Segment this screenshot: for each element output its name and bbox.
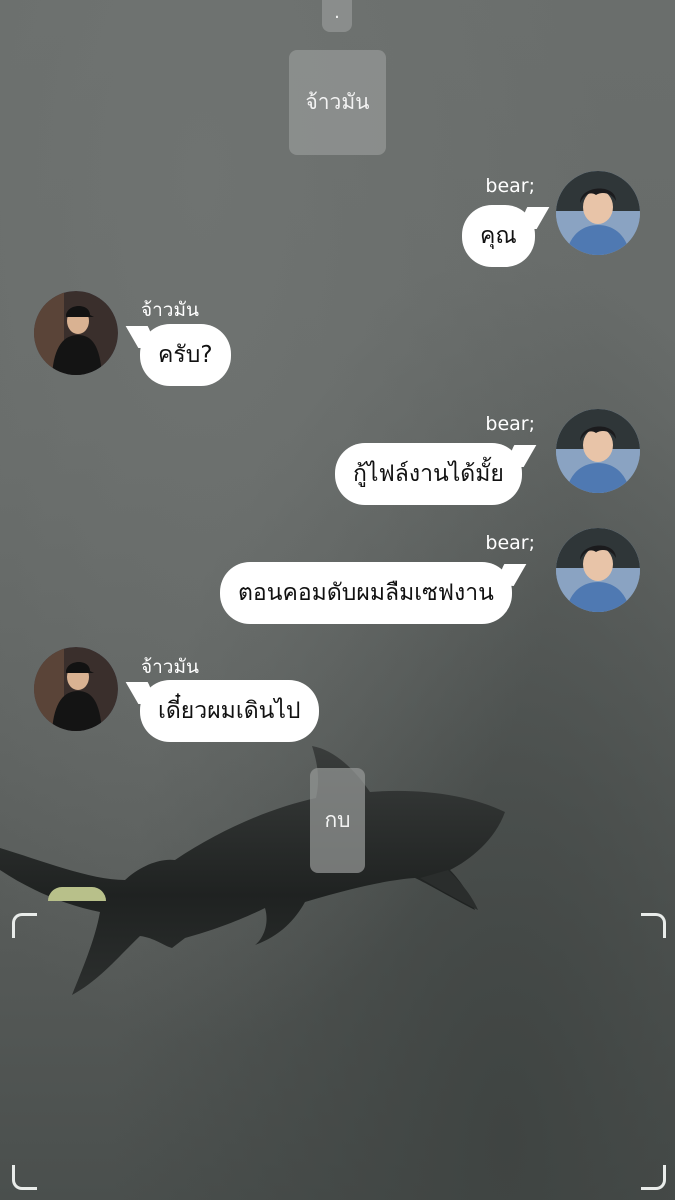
avatar-bear[interactable] bbox=[556, 409, 640, 493]
frame-corner-bottom-left bbox=[12, 1165, 37, 1190]
system-message-dot: . bbox=[322, 0, 352, 32]
avatar-jaowman[interactable] bbox=[34, 647, 118, 731]
avatar-bear-image bbox=[556, 171, 640, 255]
avatar-bear-image bbox=[556, 409, 640, 493]
partial-avatar bbox=[48, 887, 106, 901]
sender-name: bear; bbox=[485, 175, 535, 197]
frame-corner-top-right bbox=[641, 913, 666, 938]
avatar-jaowman[interactable] bbox=[34, 291, 118, 375]
system-message-gob: กบ bbox=[310, 768, 365, 873]
avatar-jaowman-image bbox=[34, 291, 118, 375]
system-message-name: จ้าวมัน bbox=[289, 50, 386, 155]
sender-name: จ้าวมัน bbox=[141, 656, 199, 678]
message-bubble[interactable]: คุณ bbox=[462, 205, 535, 267]
frame-corner-bottom-right bbox=[641, 1165, 666, 1190]
message-bubble[interactable]: กู้ไฟล์งานได้มั้ย bbox=[335, 443, 522, 505]
message-bubble[interactable]: ครับ? bbox=[140, 324, 231, 386]
sender-name: จ้าวมัน bbox=[141, 299, 199, 321]
message-bubble[interactable]: ตอนคอมดับผมลืมเซฟงาน bbox=[220, 562, 512, 624]
sender-name: bear; bbox=[485, 413, 535, 435]
avatar-bear[interactable] bbox=[556, 171, 640, 255]
message-bubble[interactable]: เดี๋ยวผมเดินไป bbox=[140, 680, 319, 742]
frame-corner-top-left bbox=[12, 913, 37, 938]
sender-name: bear; bbox=[485, 532, 535, 554]
avatar-jaowman-image bbox=[34, 647, 118, 731]
shark-background-image bbox=[0, 746, 505, 995]
avatar-bear-image bbox=[556, 528, 640, 612]
avatar-bear[interactable] bbox=[556, 528, 640, 612]
